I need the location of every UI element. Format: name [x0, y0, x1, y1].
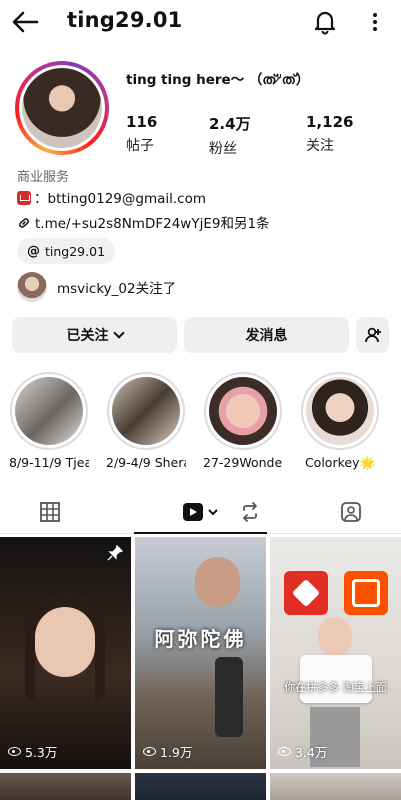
post-5[interactable] [135, 773, 266, 800]
highlight-1[interactable]: 8/9-11/9 Tjean... [9, 372, 89, 470]
highlight-label: 2/9-4/9 Shera... [106, 455, 186, 470]
stat-following[interactable]: 1,126 关注 [306, 113, 353, 155]
mailbox-icon [17, 191, 31, 205]
followed-by-row[interactable]: msvicky_02关注了 [17, 270, 176, 304]
add-user-button[interactable] [356, 317, 389, 353]
post-overlay-text: 你在拼多多 淘宝上面 [284, 681, 387, 694]
highlight-cover [10, 372, 88, 450]
threads-icon: @ [27, 243, 40, 259]
profile-category: 商业服务 [17, 170, 70, 185]
add-user-icon [364, 327, 381, 343]
profile-email-line: ：btting0129@gmail.com [17, 187, 206, 207]
tab-reposts[interactable] [200, 490, 300, 534]
arrow-left-icon[interactable] [10, 8, 40, 36]
post-6[interactable] [270, 773, 401, 800]
bell-icon[interactable] [312, 9, 338, 35]
highlight-3[interactable]: 27-29Wonderl... [203, 372, 283, 470]
taobao-logo [344, 571, 388, 615]
more-vertical-icon[interactable] [366, 10, 384, 34]
repost-icon [243, 502, 257, 522]
post-overlay-text: 阿弥陀佛 [154, 627, 247, 651]
stat-posts-label: 帖子 [126, 138, 154, 154]
profile-tabs [0, 490, 401, 534]
post-1[interactable]: 5.3万 [0, 537, 131, 769]
threads-handle: ting29.01 [45, 243, 106, 259]
post-views-count: 1.9万 [160, 745, 193, 760]
highlight-cover [107, 372, 185, 450]
eye-icon [8, 747, 21, 756]
display-name: ting ting here～ （ത്ᐡ̷ത്） [126, 72, 310, 88]
stat-posts[interactable]: 116 帖子 [126, 113, 157, 155]
highlight-cover [301, 372, 379, 450]
stat-followers-count: 2.4万 [209, 115, 251, 133]
post-views: 3.4万 [278, 742, 327, 761]
stat-followers-label: 粉丝 [209, 141, 237, 157]
following-button[interactable]: 已关注 [12, 317, 177, 353]
profile-link[interactable]: t.me/+su2s8NmDF24wYjE9和另1条 [35, 216, 270, 232]
post-views: 1.9万 [143, 742, 192, 761]
post-views: 5.3万 [8, 742, 57, 761]
top-bar: ting29.01 [0, 0, 401, 44]
chevron-down-icon [112, 326, 125, 339]
stat-following-count: 1,126 [306, 113, 354, 131]
highlight-2[interactable]: 2/9-4/9 Shera... [106, 372, 186, 470]
follower-avatar [17, 272, 47, 302]
threads-badge[interactable]: @ ting29.01 [17, 238, 116, 264]
post-views-count: 5.3万 [25, 745, 58, 760]
stat-followers[interactable]: 2.4万 粉丝 [209, 113, 251, 158]
stat-following-label: 关注 [306, 138, 334, 154]
tagged-icon [340, 502, 361, 522]
highlight-label: 27-29Wonderl... [203, 455, 283, 470]
stat-posts-count: 116 [126, 113, 158, 131]
message-button[interactable]: 发消息 [184, 317, 349, 353]
followed-by-text: msvicky_02关注了 [57, 281, 177, 297]
tab-grid[interactable] [0, 490, 100, 534]
highlight-cover [204, 372, 282, 450]
message-label: 发消息 [245, 328, 288, 344]
pin-icon [107, 545, 123, 561]
post-views-count: 3.4万 [295, 745, 328, 760]
active-tab-indicator [134, 532, 267, 534]
pinduoduo-logo [284, 571, 328, 615]
post-4[interactable] [0, 773, 131, 800]
post-2[interactable]: 阿弥陀佛 1.9万 [135, 537, 266, 769]
profile-link-line[interactable]: t.me/+su2s8NmDF24wYjE9和另1条 [17, 212, 270, 232]
highlight-4[interactable]: Colorkey🌟 [300, 372, 380, 471]
eye-icon [143, 747, 156, 756]
profile-email: ：btting0129@gmail.com [34, 191, 207, 207]
following-label: 已关注 [66, 328, 109, 344]
highlight-label: 8/9-11/9 Tjean... [9, 455, 89, 470]
link-icon [19, 218, 29, 228]
post-3[interactable]: 你在拼多多 淘宝上面 3.4万 [270, 537, 401, 769]
profile-avatar[interactable] [15, 61, 109, 155]
profile-username: ting29.01 [67, 8, 183, 32]
highlight-label: Colorkey🌟 [304, 455, 376, 470]
tab-tagged[interactable] [300, 490, 401, 534]
eye-icon [278, 747, 291, 756]
grid-icon [40, 502, 60, 522]
